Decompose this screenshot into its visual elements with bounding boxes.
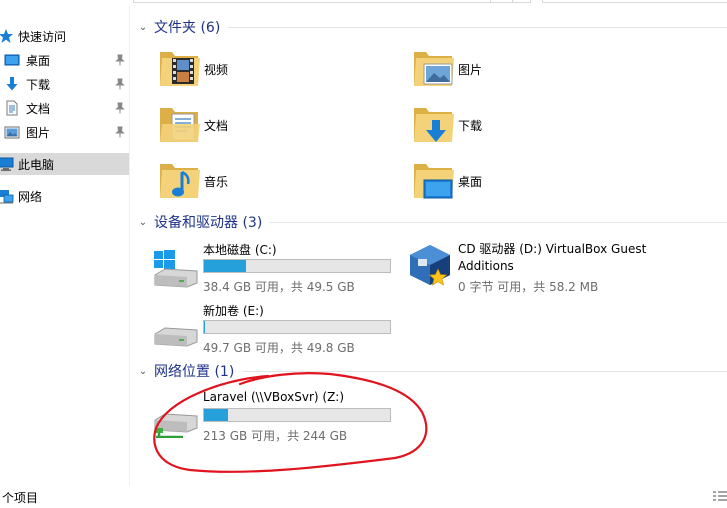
folder-desktop[interactable]: 桌面 xyxy=(412,158,612,206)
drive-usage-bar xyxy=(203,259,391,273)
drive-space-info: 38.4 GB 可用，共 49.5 GB xyxy=(203,280,355,294)
chevron-down-icon[interactable]: ⌄ xyxy=(136,22,150,33)
folder-name: 桌面 xyxy=(458,175,483,189)
sidebar-item-quick-access[interactable]: 快速访问 xyxy=(0,25,129,47)
group-header-network[interactable]: ⌄ 网络位置 (1) xyxy=(136,361,727,381)
sidebar-item-documents[interactable]: 文档 xyxy=(0,97,129,119)
folder-pictures[interactable]: 图片 xyxy=(412,46,612,94)
drive-e[interactable]: 新加卷 (E:) 49.7 GB 可用，共 49.8 GB xyxy=(153,302,403,358)
sidebar-item-pictures[interactable]: 图片 xyxy=(0,121,129,143)
pin-icon[interactable] xyxy=(115,78,125,90)
folder-name: 图片 xyxy=(458,63,483,77)
status-bar: 个项目 xyxy=(0,486,727,508)
group-divider xyxy=(228,26,727,28)
chevron-down-icon[interactable]: ⌄ xyxy=(136,217,150,228)
drive-name: Laravel (\\VBoxSvr) (Z:) xyxy=(203,390,345,404)
folder-name: 视频 xyxy=(204,63,229,77)
sidebar-item-label: 网络 xyxy=(18,189,43,204)
star-icon xyxy=(0,28,14,44)
item-count: 个项目 xyxy=(2,491,39,505)
group-divider xyxy=(270,221,727,223)
pin-icon[interactable] xyxy=(115,126,125,138)
group-title: 网络位置 (1) xyxy=(154,364,235,380)
drive-name: 本地磁盘 (C:) xyxy=(203,243,277,257)
navigation-pane: 快速访问 桌面 下载 文档 图片 此电脑 网络 xyxy=(0,6,130,486)
network-drive-icon xyxy=(154,413,198,438)
drive-usage-bar xyxy=(203,320,391,334)
desktop-icon xyxy=(4,52,20,68)
picture-icon xyxy=(4,124,20,140)
search-box[interactable] xyxy=(542,0,727,3)
sidebar-item-label: 图片 xyxy=(26,125,51,140)
drive-name: 新加卷 (E:) xyxy=(203,304,264,318)
pin-icon[interactable] xyxy=(115,54,125,66)
music-folder-icon xyxy=(160,164,200,198)
document-icon xyxy=(4,100,20,116)
chevron-down-icon[interactable]: ⌄ xyxy=(136,366,150,377)
drive-space-info: 213 GB 可用，共 244 GB xyxy=(203,429,348,443)
group-header-folders[interactable]: ⌄ 文件夹 (6) xyxy=(136,17,727,37)
video-folder-icon xyxy=(160,52,200,86)
folder-name: 下载 xyxy=(458,119,483,133)
folder-videos[interactable]: 视频 xyxy=(158,46,358,94)
pictures-folder-icon xyxy=(414,52,454,86)
sidebar-item-label: 快速访问 xyxy=(18,29,67,44)
drive-network-z[interactable]: Laravel (\\VBoxSvr) (Z:) 213 GB 可用，共 244… xyxy=(153,390,403,446)
sidebar-item-label: 桌面 xyxy=(26,53,51,68)
windows-drive-icon xyxy=(154,250,198,288)
folder-music[interactable]: 音乐 xyxy=(158,158,358,206)
group-header-devices[interactable]: ⌄ 设备和驱动器 (3) xyxy=(136,212,727,232)
documents-folder-icon xyxy=(160,108,200,142)
drive-usage-fill xyxy=(204,260,246,272)
address-bar[interactable] xyxy=(133,0,531,3)
sidebar-item-desktop[interactable]: 桌面 xyxy=(0,49,129,71)
desktop-folder-icon xyxy=(414,164,454,199)
folder-name: 音乐 xyxy=(204,175,229,189)
drive-cd-d[interactable]: CD 驱动器 (D:) VirtualBox Guest Additions 0… xyxy=(406,241,676,297)
details-view-icon[interactable] xyxy=(713,490,727,504)
sidebar-item-downloads[interactable]: 下载 xyxy=(0,73,129,95)
drive-space-info: 0 字节 可用，共 58.2 MB xyxy=(458,280,599,294)
folder-downloads[interactable]: 下载 xyxy=(412,102,612,150)
sidebar-item-this-pc[interactable]: 此电脑 xyxy=(0,153,129,175)
sidebar-item-label: 此电脑 xyxy=(18,157,55,172)
sidebar-item-network[interactable]: 网络 xyxy=(0,185,129,207)
sidebar-item-label: 下载 xyxy=(26,77,51,92)
download-arrow-icon xyxy=(4,76,20,92)
drive-usage-bar xyxy=(203,408,391,422)
virtualbox-cd-icon xyxy=(410,245,450,286)
group-title: 文件夹 (6) xyxy=(154,20,221,36)
pin-icon[interactable] xyxy=(115,102,125,114)
folder-documents[interactable]: 文档 xyxy=(158,102,358,150)
drive-space-info: 49.7 GB 可用，共 49.8 GB xyxy=(203,341,355,355)
drive-usage-fill xyxy=(204,409,228,421)
computer-icon xyxy=(0,156,14,172)
drive-c[interactable]: 本地磁盘 (C:) 38.4 GB 可用，共 49.5 GB xyxy=(153,241,403,297)
hard-drive-icon xyxy=(154,327,198,347)
sidebar-item-label: 文档 xyxy=(26,101,51,116)
drive-name: CD 驱动器 (D:) VirtualBox Guest Additions xyxy=(458,242,647,273)
downloads-folder-icon xyxy=(414,108,454,142)
pane-divider xyxy=(129,6,130,486)
network-icon xyxy=(0,188,14,204)
group-title: 设备和驱动器 (3) xyxy=(154,215,263,231)
group-divider xyxy=(242,370,727,372)
folder-name: 文档 xyxy=(204,119,229,133)
